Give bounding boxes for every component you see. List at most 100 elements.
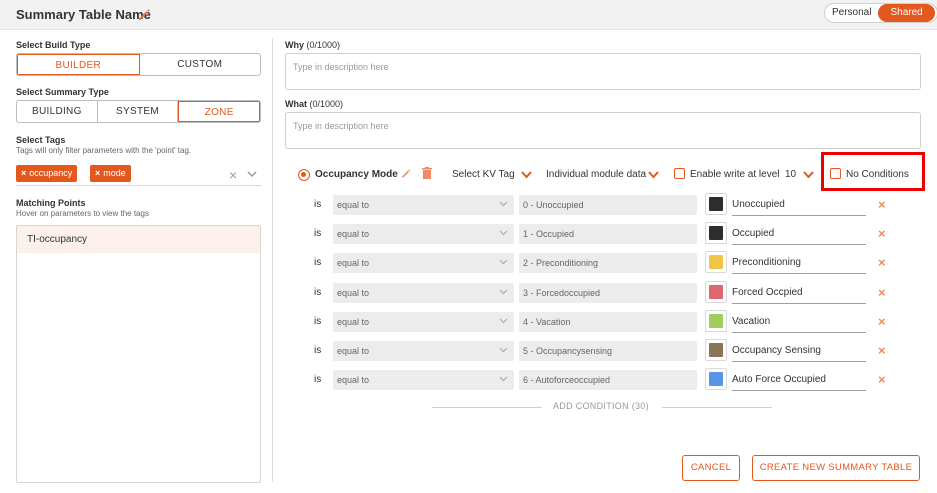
why-textarea[interactable]: Type in description here: [285, 53, 921, 90]
build-type-builder[interactable]: BUILDER: [17, 54, 140, 75]
add-condition-label[interactable]: ADD CONDITION (30): [553, 401, 649, 411]
delete-row-icon[interactable]: ×: [878, 314, 886, 329]
chip-remove-icon[interactable]: ×: [21, 168, 26, 178]
pencil-icon[interactable]: [400, 167, 412, 179]
value-field[interactable]: 4 - Vacation: [519, 311, 697, 332]
comparator-select[interactable]: equal to: [333, 224, 514, 245]
display-name-input[interactable]: Auto Force Occupied: [732, 374, 866, 392]
chevron-down-icon[interactable]: [521, 171, 532, 179]
is-label: is: [314, 257, 322, 269]
display-name-input[interactable]: Preconditioning: [732, 257, 866, 275]
chevron-down-icon[interactable]: [499, 259, 508, 265]
color-swatch: [709, 372, 723, 387]
tags-hint: Tags will only filter parameters with th…: [16, 146, 192, 155]
color-picker[interactable]: [705, 309, 727, 332]
module-data-select[interactable]: Individual module data: [546, 169, 646, 180]
value-field[interactable]: 6 - Autoforceoccupied: [519, 370, 697, 391]
display-name-input[interactable]: Forced Occpied: [732, 287, 866, 304]
color-swatch: [709, 313, 723, 328]
is-label: is: [314, 315, 322, 327]
list-item[interactable]: TI-occupancy: [17, 226, 260, 253]
delete-row-icon[interactable]: ×: [878, 226, 886, 241]
trash-icon[interactable]: [422, 167, 432, 179]
delete-row-icon[interactable]: ×: [878, 372, 886, 387]
condition-row: is equal to 3 - Forcedoccupied Forced Oc…: [300, 280, 920, 305]
tags-input-line[interactable]: [16, 185, 261, 186]
comparator-select[interactable]: equal to: [333, 253, 514, 274]
color-picker[interactable]: [705, 193, 727, 215]
delete-row-icon[interactable]: ×: [878, 285, 886, 300]
comparator-label: equal to: [337, 346, 370, 356]
color-picker[interactable]: [705, 251, 727, 274]
comparator-select[interactable]: equal to: [333, 282, 514, 303]
tag-chip-mode[interactable]: × mode: [90, 165, 131, 182]
value-field[interactable]: 3 - Forcedoccupied: [519, 282, 697, 303]
condition-row: is equal to 0 - Unoccupied Unoccupied ×: [300, 193, 920, 217]
display-name-input[interactable]: Occupied: [732, 228, 866, 246]
display-name-input[interactable]: Occupancy Sensing: [732, 345, 866, 362]
chevron-down-icon[interactable]: [803, 171, 814, 179]
condition-radio[interactable]: [298, 169, 310, 181]
display-name-input[interactable]: Unoccupied: [732, 199, 866, 216]
highlight-box: [821, 152, 925, 191]
cancel-button[interactable]: CANCEL: [682, 455, 740, 481]
delete-row-icon[interactable]: ×: [878, 343, 886, 358]
pencil-icon[interactable]: [136, 6, 152, 22]
chip-label: mode: [103, 168, 126, 178]
delete-row-icon[interactable]: ×: [878, 197, 886, 212]
what-textarea[interactable]: Type in description here: [285, 112, 921, 149]
pane-divider: [272, 38, 273, 482]
comparator-label: equal to: [337, 316, 370, 327]
comparator-label: equal to: [337, 200, 370, 210]
summary-type-building[interactable]: BUILDING: [17, 101, 98, 122]
chevron-down-icon[interactable]: [499, 347, 508, 353]
color-picker[interactable]: [705, 222, 727, 245]
enable-write-checkbox[interactable]: [674, 168, 685, 179]
add-condition[interactable]: ADD CONDITION (30): [432, 401, 774, 413]
kv-tag-select[interactable]: Select KV Tag: [452, 169, 515, 180]
comparator-label: equal to: [337, 229, 370, 240]
build-type-custom[interactable]: CUSTOM: [140, 54, 261, 75]
chevron-down-icon[interactable]: [499, 376, 508, 382]
color-picker[interactable]: [705, 280, 727, 303]
toggle-shared[interactable]: Shared: [878, 4, 935, 22]
color-swatch: [709, 343, 723, 357]
delete-row-icon[interactable]: ×: [878, 255, 886, 270]
color-swatch: [709, 255, 723, 270]
value-field[interactable]: 5 - Occupancysensing: [519, 341, 697, 361]
summary-type-zone[interactable]: ZONE: [178, 101, 260, 122]
value-field[interactable]: 0 - Unoccupied: [519, 195, 697, 215]
chip-remove-icon[interactable]: ×: [95, 168, 100, 178]
toggle-personal[interactable]: Personal: [825, 4, 878, 22]
matching-points-label: Matching Points: [16, 198, 86, 208]
tag-chip-occupancy[interactable]: × occupancy: [16, 165, 78, 182]
chevron-down-icon[interactable]: [499, 230, 508, 236]
comparator-select[interactable]: equal to: [333, 370, 514, 391]
summary-type-system[interactable]: SYSTEM: [98, 101, 179, 122]
comparator-select[interactable]: equal to: [333, 341, 514, 361]
value-field[interactable]: 1 - Occupied: [519, 224, 697, 245]
chevron-down-icon[interactable]: [499, 289, 508, 295]
share-toggle[interactable]: Personal Shared: [824, 3, 937, 23]
page-title: Summary Table Name: [16, 7, 151, 22]
create-summary-table-button[interactable]: CREATE NEW SUMMARY TABLE: [752, 455, 920, 481]
comparator-select[interactable]: equal to: [333, 195, 514, 215]
build-type-selector: BUILDER CUSTOM: [16, 53, 261, 76]
is-label: is: [314, 345, 322, 356]
clear-tags-icon[interactable]: ×: [229, 167, 237, 183]
chevron-down-icon[interactable]: [247, 171, 257, 178]
chevron-down-icon[interactable]: [648, 171, 659, 179]
color-picker[interactable]: [705, 368, 727, 391]
comparator-select[interactable]: equal to: [333, 311, 514, 332]
display-name-input[interactable]: Vacation: [732, 316, 866, 333]
color-picker[interactable]: [705, 339, 727, 361]
is-label: is: [314, 199, 322, 210]
level-select[interactable]: 10: [785, 169, 796, 180]
chevron-down-icon[interactable]: [499, 318, 508, 324]
value-field[interactable]: 2 - Preconditioning: [519, 253, 697, 274]
comparator-label: equal to: [337, 375, 370, 386]
color-swatch: [709, 226, 723, 241]
chevron-down-icon[interactable]: [499, 201, 508, 207]
is-label: is: [314, 374, 322, 386]
matching-points-hint: Hover on parameters to view the tags: [16, 209, 149, 218]
